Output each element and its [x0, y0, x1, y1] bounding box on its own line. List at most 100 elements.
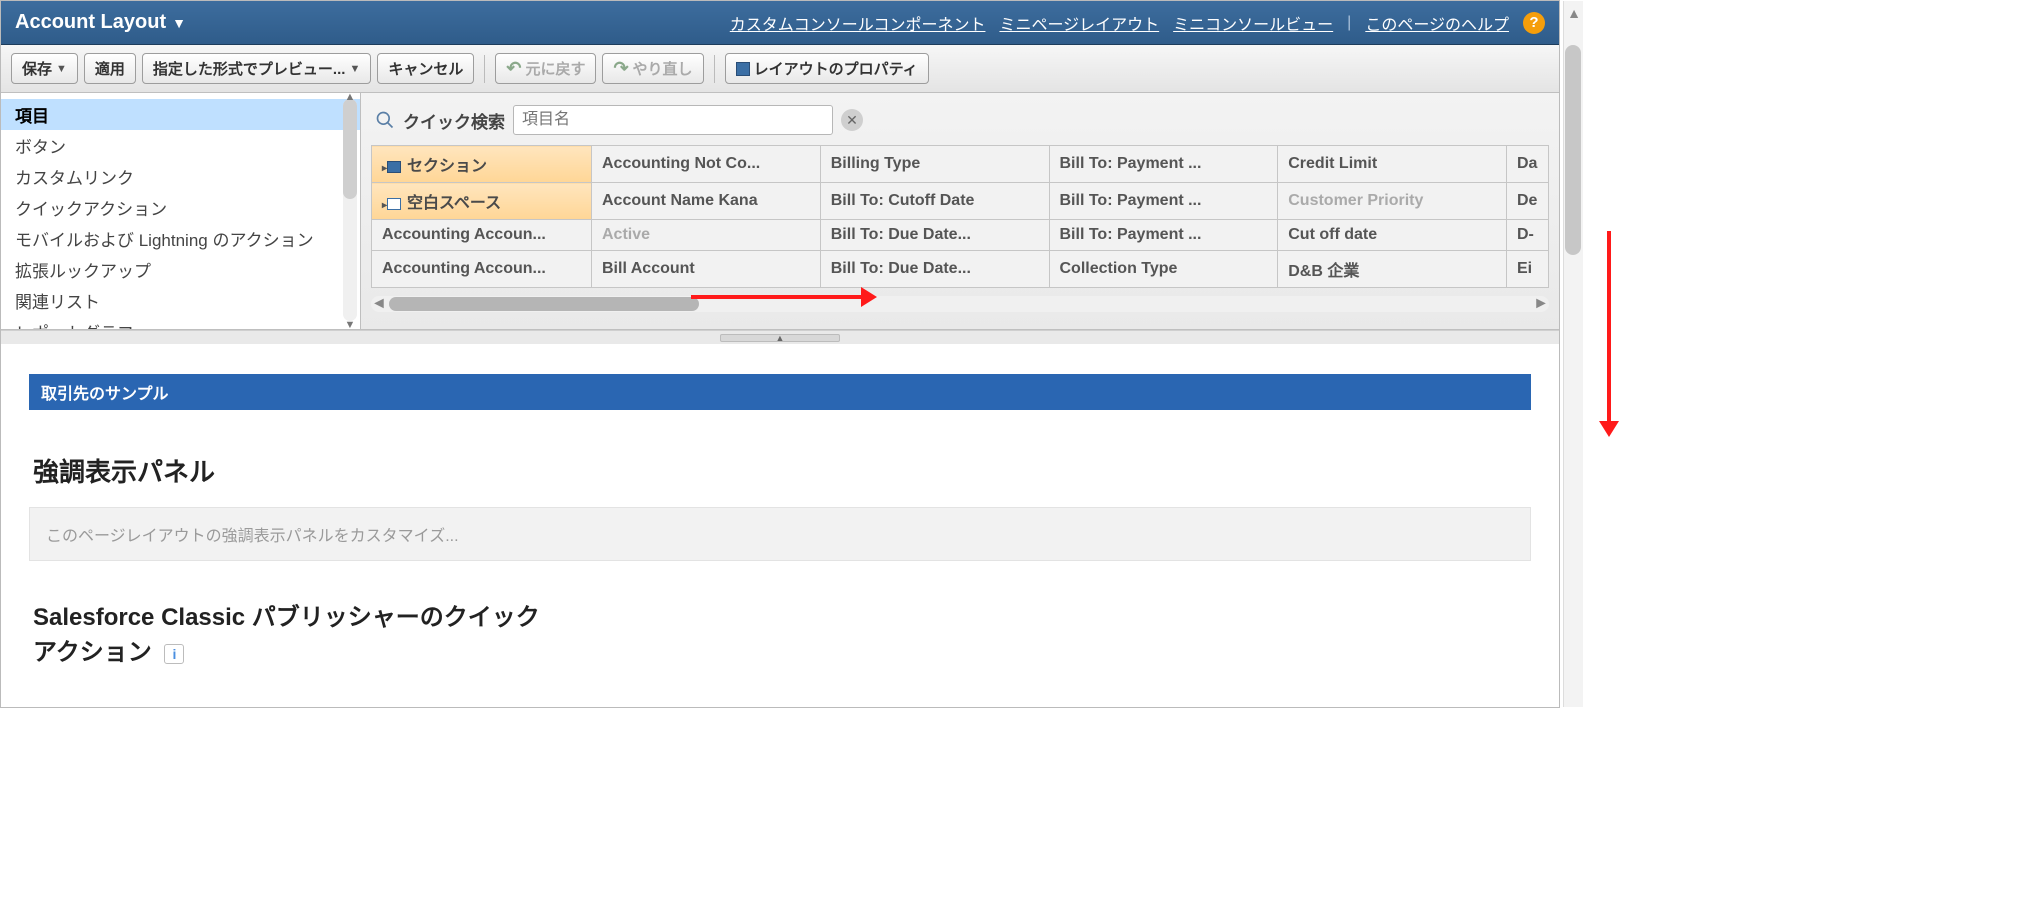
- field-tile[interactable]: Bill Account: [592, 251, 821, 288]
- field-tile-label: Cut off date: [1288, 226, 1377, 243]
- field-tile[interactable]: D&B 企業: [1278, 251, 1507, 288]
- layout-title-dropdown[interactable]: Account Layout ▼: [15, 11, 186, 34]
- field-tile-label: Bill To: Due Date...: [831, 226, 971, 243]
- field-tile[interactable]: Billing Type: [820, 146, 1049, 183]
- palette-hscroll-thumb[interactable]: [389, 297, 699, 311]
- apply-button[interactable]: 適用: [84, 53, 136, 84]
- sidebar-item[interactable]: レポートグラフ: [1, 316, 360, 329]
- field-tile-label: Active: [602, 226, 650, 243]
- field-grid: ▸セクション Accounting Not Co... Billing Type Bi…: [371, 145, 1549, 288]
- sidebar-item[interactable]: 関連リスト: [1, 285, 360, 316]
- field-tile[interactable]: Bill To: Payment ...: [1049, 220, 1278, 251]
- sidebar-scroll-down-icon[interactable]: ▼: [344, 319, 356, 331]
- page-scroll-up-icon[interactable]: ▲: [1567, 5, 1581, 21]
- field-tile[interactable]: ▸空白スペース: [372, 183, 592, 220]
- search-icon: [375, 110, 395, 130]
- field-tile-label: De: [1517, 192, 1537, 209]
- field-tile[interactable]: De: [1507, 183, 1549, 220]
- field-tile[interactable]: Credit Limit: [1278, 146, 1507, 183]
- hscroll-left-icon[interactable]: ◄: [371, 295, 387, 313]
- layout-properties-button[interactable]: レイアウトのプロパティ: [725, 53, 929, 84]
- palette-area: 項目ボタンカスタムリンククイックアクションモバイルおよび Lightning の…: [1, 93, 1559, 330]
- category-list: 項目ボタンカスタムリンククイックアクションモバイルおよび Lightning の…: [1, 93, 360, 329]
- field-tile-label: Ei: [1517, 260, 1532, 277]
- quick-find-label: クイック検索: [403, 108, 505, 133]
- field-tile-label: Bill To: Payment ...: [1060, 155, 1202, 172]
- chevron-down-icon: ▼: [172, 15, 186, 31]
- field-tile-label: Credit Limit: [1288, 155, 1377, 172]
- link-mini-console-view[interactable]: ミニコンソールビュー: [1173, 11, 1333, 35]
- field-tile[interactable]: Accounting Accoun...: [372, 220, 592, 251]
- palette-collapse-handle[interactable]: ▲: [1, 330, 1559, 344]
- annotation-arrow-horizontal: [691, 295, 861, 299]
- preview-as-button[interactable]: 指定した形式でプレビュー... ▼: [142, 53, 371, 84]
- chevron-down-icon: ▼: [56, 63, 67, 75]
- sidebar-scroll-up-icon[interactable]: ▲: [344, 91, 356, 103]
- field-tile[interactable]: Accounting Not Co...: [592, 146, 821, 183]
- field-tile-label: D-: [1517, 226, 1534, 243]
- sidebar-item[interactable]: クイックアクション: [1, 192, 360, 223]
- layout-properties-label: レイアウトのプロパティ: [754, 58, 918, 79]
- palette-hscroll-track[interactable]: ◄ ►: [371, 296, 1549, 312]
- apply-button-label: 適用: [95, 58, 125, 79]
- sidebar-item[interactable]: 拡張ルックアップ: [1, 254, 360, 285]
- separator: |: [1347, 14, 1351, 32]
- field-tile[interactable]: Bill To: Payment ...: [1049, 146, 1278, 183]
- clear-search-icon[interactable]: ✕: [841, 109, 863, 131]
- toolbar-separator: [484, 55, 485, 83]
- grip-icon: ▲: [720, 334, 840, 342]
- field-tile[interactable]: D-: [1507, 220, 1549, 251]
- field-tile-label: Bill To: Payment ...: [1060, 192, 1202, 209]
- cancel-button[interactable]: キャンセル: [377, 53, 474, 84]
- link-page-help[interactable]: このページのヘルプ: [1365, 11, 1509, 35]
- sidebar-item[interactable]: 項目: [1, 99, 360, 130]
- field-tile[interactable]: Cut off date: [1278, 220, 1507, 251]
- sidebar-item[interactable]: ボタン: [1, 130, 360, 161]
- classic-publisher-line1: Salesforce Classic パブリッシャーのクイック: [33, 604, 540, 631]
- field-tile[interactable]: Active: [592, 220, 821, 251]
- section-icon: [387, 161, 401, 173]
- sidebar-scrollbar-thumb[interactable]: [343, 99, 357, 199]
- help-icon[interactable]: ?: [1523, 12, 1545, 34]
- sidebar-item[interactable]: モバイルおよび Lightning のアクション: [1, 223, 360, 254]
- toolbar-separator: [714, 55, 715, 83]
- field-tile[interactable]: Account Name Kana: [592, 183, 821, 220]
- redo-button[interactable]: ↷ やり直し: [602, 53, 703, 84]
- field-tile-label: Account Name Kana: [602, 192, 758, 209]
- sidebar-item[interactable]: カスタムリンク: [1, 161, 360, 192]
- field-tile-label: Da: [1517, 155, 1537, 172]
- field-tile[interactable]: Customer Priority: [1278, 183, 1507, 220]
- field-tile[interactable]: ▸セクション: [372, 146, 592, 183]
- header-links: カスタムコンソールコンポーネント ミニページレイアウト ミニコンソールビュー |…: [730, 11, 1545, 35]
- field-tile-label: Billing Type: [831, 155, 920, 172]
- undo-button[interactable]: ↶ 元に戻す: [495, 53, 596, 84]
- layout-editor-window: Account Layout ▼ カスタムコンソールコンポーネント ミニページレ…: [0, 0, 1560, 708]
- field-tile-label: Collection Type: [1060, 260, 1178, 277]
- field-tile-label: Customer Priority: [1288, 192, 1423, 209]
- undo-button-label: 元に戻す: [525, 58, 585, 79]
- hscroll-right-icon[interactable]: ►: [1533, 295, 1549, 313]
- highlight-panel-placeholder[interactable]: このページレイアウトの強調表示パネルをカスタマイズ...: [29, 507, 1531, 561]
- preview-as-label: 指定した形式でプレビュー...: [153, 58, 346, 79]
- field-tile[interactable]: Bill To: Cutoff Date: [820, 183, 1049, 220]
- field-tile[interactable]: Accounting Accoun...: [372, 251, 592, 288]
- field-tile-label: Accounting Not Co...: [602, 155, 760, 172]
- save-button-label: 保存: [22, 58, 52, 79]
- field-tile[interactable]: Da: [1507, 146, 1549, 183]
- info-icon[interactable]: i: [164, 644, 184, 664]
- link-custom-console[interactable]: カスタムコンソールコンポーネント: [730, 11, 986, 35]
- quick-find-input[interactable]: [513, 105, 833, 135]
- page-scrollbar-thumb[interactable]: [1565, 45, 1581, 255]
- field-tile-label: D&B 企業: [1288, 263, 1359, 280]
- toolbar: 保存 ▼ 適用 指定した形式でプレビュー... ▼ キャンセル ↶ 元に戻す ↷…: [1, 45, 1559, 93]
- save-button[interactable]: 保存 ▼: [11, 53, 78, 84]
- annotation-arrow-vertical: [1607, 231, 1611, 421]
- blank-space-icon: [387, 198, 401, 210]
- field-tile[interactable]: Collection Type: [1049, 251, 1278, 288]
- field-tile[interactable]: Bill To: Due Date...: [820, 220, 1049, 251]
- field-tile[interactable]: Bill To: Payment ...: [1049, 183, 1278, 220]
- field-tile[interactable]: Bill To: Due Date...: [820, 251, 1049, 288]
- field-tile[interactable]: Ei: [1507, 251, 1549, 288]
- quick-find-row: クイック検索 ✕: [371, 99, 1549, 145]
- link-mini-page-layout[interactable]: ミニページレイアウト: [999, 11, 1159, 35]
